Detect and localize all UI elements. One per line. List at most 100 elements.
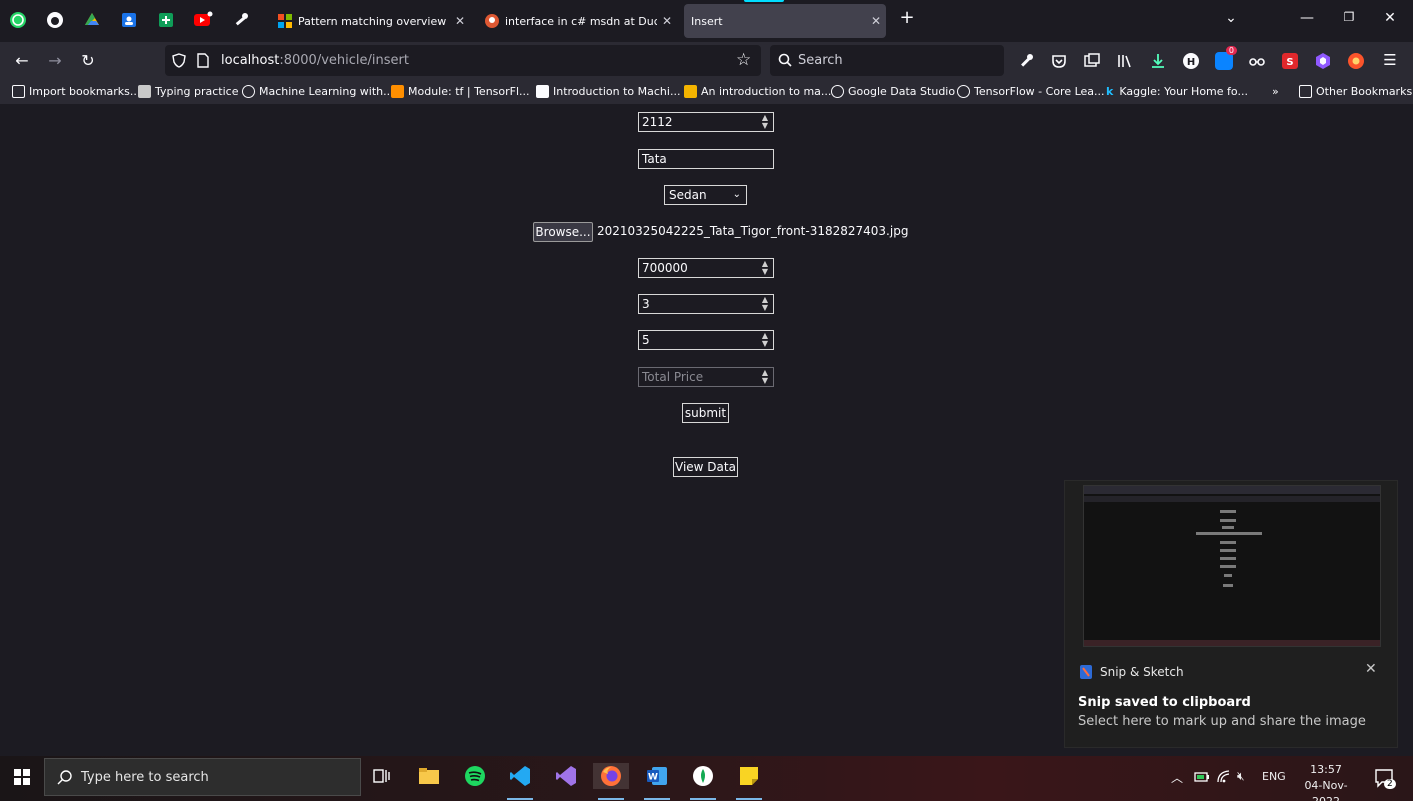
- spinner-arrows-icon[interactable]: ▲ ▼: [762, 332, 768, 348]
- bookmark-intro-ma[interactable]: An introduction to ma...: [684, 85, 831, 98]
- battery-icon[interactable]: [1194, 770, 1210, 784]
- total-price-placeholder: Total Price: [642, 370, 704, 384]
- new-tab-button[interactable]: +: [897, 7, 917, 28]
- screenshot-icon[interactable]: [1083, 52, 1101, 70]
- submit-button[interactable]: submit: [682, 403, 729, 423]
- task-view-icon[interactable]: [369, 763, 395, 789]
- snip-notification-toast[interactable]: Snip & Sketch ✕ Snip saved to clipboard …: [1064, 480, 1398, 748]
- page-icon[interactable]: [197, 53, 209, 68]
- search-bar[interactable]: Search: [770, 45, 1004, 76]
- selected-file-name: 20210325042225_Tata_Tigor_front-31828274…: [597, 224, 909, 238]
- minimize-button[interactable]: —: [1297, 10, 1317, 26]
- bookmark-intro-machine[interactable]: Introduction to Machi...: [536, 85, 680, 98]
- word-icon[interactable]: W: [644, 763, 670, 789]
- number-input-3[interactable]: 3 ▲ ▼: [638, 294, 774, 314]
- bookmark-kaggle[interactable]: k Kaggle: Your Home fo...: [1106, 85, 1248, 98]
- restore-button[interactable]: ❐: [1339, 10, 1359, 24]
- glasses-extension-icon[interactable]: [1248, 52, 1266, 70]
- forward-arrow-icon[interactable]: →: [44, 51, 66, 71]
- close-toast-icon[interactable]: ✕: [1365, 661, 1377, 677]
- spinner-arrows-icon[interactable]: ▲ ▼: [762, 296, 768, 312]
- mongodb-compass-icon[interactable]: [690, 763, 716, 789]
- bookmark-tensorflow-core[interactable]: TensorFlow - Core Lea...: [957, 85, 1105, 98]
- thumbnail-file-row: [1196, 532, 1262, 535]
- url-text[interactable]: localhost:8000/vehicle/insert: [221, 53, 409, 68]
- spotify-icon[interactable]: [462, 763, 488, 789]
- bookmark-other[interactable]: Other Bookmarks: [1299, 85, 1412, 98]
- snip-thumbnail[interactable]: [1083, 485, 1381, 647]
- visual-studio-icon[interactable]: [553, 763, 579, 789]
- shield-icon[interactable]: [172, 53, 186, 68]
- wrench-icon[interactable]: [1017, 52, 1035, 70]
- body-type-select[interactable]: Sedan ⌄: [664, 185, 747, 205]
- year-number-input[interactable]: 2112 ▲ ▼: [638, 112, 774, 132]
- thumbnail-field: [1220, 565, 1236, 568]
- wrench-icon: [235, 13, 248, 26]
- bookmark-star-icon[interactable]: ☆: [736, 50, 751, 70]
- bookmark-label: Introduction to Machi...: [553, 85, 681, 98]
- sticky-notes-icon[interactable]: [736, 763, 762, 789]
- sheets-pinned-tab[interactable]: [155, 9, 177, 31]
- show-hidden-icons-chevron-icon[interactable]: ︿: [1171, 769, 1183, 786]
- pocket-icon[interactable]: [1050, 52, 1068, 70]
- download-icon[interactable]: [1149, 52, 1167, 70]
- back-arrow-icon[interactable]: ←: [11, 51, 33, 71]
- drive-pinned-tab[interactable]: [81, 9, 103, 31]
- bookmark-label: An introduction to ma...: [701, 85, 832, 98]
- extension-badge-icon[interactable]: 0: [1215, 46, 1237, 70]
- brave-lion-extension-icon[interactable]: [1347, 52, 1365, 70]
- number-input-5[interactable]: 5 ▲ ▼: [638, 330, 774, 350]
- bookmark-data-studio[interactable]: Google Data Studio: [831, 85, 955, 98]
- browse-file-button[interactable]: Browse...: [533, 222, 593, 242]
- spinner-arrows-icon[interactable]: ▲ ▼: [762, 369, 768, 385]
- search-placeholder: Search: [798, 53, 843, 68]
- honey-extension-icon[interactable]: H: [1182, 52, 1200, 70]
- bookmarks-overflow-chevron-icon[interactable]: »: [1272, 85, 1279, 98]
- address-bar[interactable]: localhost:8000/vehicle/insert ☆: [165, 45, 761, 76]
- brand-text-input[interactable]: Tata: [638, 149, 774, 169]
- spinner-arrows-icon[interactable]: ▲ ▼: [762, 114, 768, 130]
- close-tab-icon[interactable]: ✕: [657, 14, 677, 28]
- contacts-icon: [122, 13, 136, 27]
- price-number-input[interactable]: 700000 ▲ ▼: [638, 258, 774, 278]
- bookmark-ml-with[interactable]: Machine Learning with...: [242, 85, 394, 98]
- volume-muted-icon[interactable]: 🔇︎: [1237, 769, 1245, 784]
- taskbar-clock[interactable]: 13:57 04-Nov-2022: [1294, 762, 1358, 801]
- tab-duckduckgo[interactable]: interface in c# msdn at DuckDuckGo ✕: [477, 4, 677, 38]
- input-language[interactable]: ENG: [1262, 770, 1286, 783]
- youtube-icon: [194, 11, 213, 26]
- active-tab-indicator: [744, 0, 784, 2]
- red-s-extension-icon[interactable]: S: [1281, 52, 1299, 70]
- contacts-pinned-tab[interactable]: [118, 9, 140, 31]
- hexagon-extension-icon[interactable]: [1314, 52, 1332, 70]
- windows-start-icon[interactable]: [14, 769, 30, 785]
- spinner-arrows-icon[interactable]: ▲ ▼: [762, 260, 768, 276]
- whatsapp-pinned-tab[interactable]: [7, 9, 29, 31]
- bookmark-module-tf[interactable]: Module: tf | TensorFl...: [391, 85, 530, 98]
- extension-pinned-tab[interactable]: [230, 9, 252, 31]
- close-tab-icon[interactable]: ✕: [866, 14, 886, 28]
- wifi-icon[interactable]: [1216, 769, 1232, 785]
- total-price-input[interactable]: Total Price ▲ ▼: [638, 367, 774, 387]
- view-data-button[interactable]: View Data: [673, 457, 738, 477]
- youtube-pinned-tab[interactable]: [192, 9, 214, 31]
- thumbnail-taskbar: [1084, 640, 1380, 646]
- hamburger-menu-icon[interactable]: ☰: [1379, 51, 1401, 71]
- close-window-button[interactable]: ✕: [1380, 10, 1400, 26]
- vscode-icon[interactable]: [507, 763, 533, 789]
- duckduckgo-icon: [485, 14, 499, 28]
- bookmark-typing-practice[interactable]: Typing practice: [138, 85, 238, 98]
- file-explorer-icon[interactable]: [416, 763, 442, 789]
- reload-icon[interactable]: ↻: [77, 51, 99, 71]
- google-drive-icon: [85, 13, 99, 25]
- github-pinned-tab[interactable]: [44, 9, 66, 31]
- firefox-icon[interactable]: [593, 763, 629, 789]
- tab-insert[interactable]: Insert ✕: [684, 4, 886, 38]
- bookmark-import[interactable]: Import bookmarks...: [12, 85, 140, 98]
- list-tabs-chevron-icon[interactable]: ⌄: [1221, 10, 1241, 26]
- taskbar-search-box[interactable]: Type here to search: [44, 758, 361, 796]
- library-icon[interactable]: [1116, 52, 1134, 70]
- close-tab-icon[interactable]: ✕: [450, 14, 470, 28]
- tab-pattern-matching[interactable]: Pattern matching overview - C# ✕: [270, 4, 470, 38]
- bookmark-label: Typing practice: [155, 85, 239, 98]
